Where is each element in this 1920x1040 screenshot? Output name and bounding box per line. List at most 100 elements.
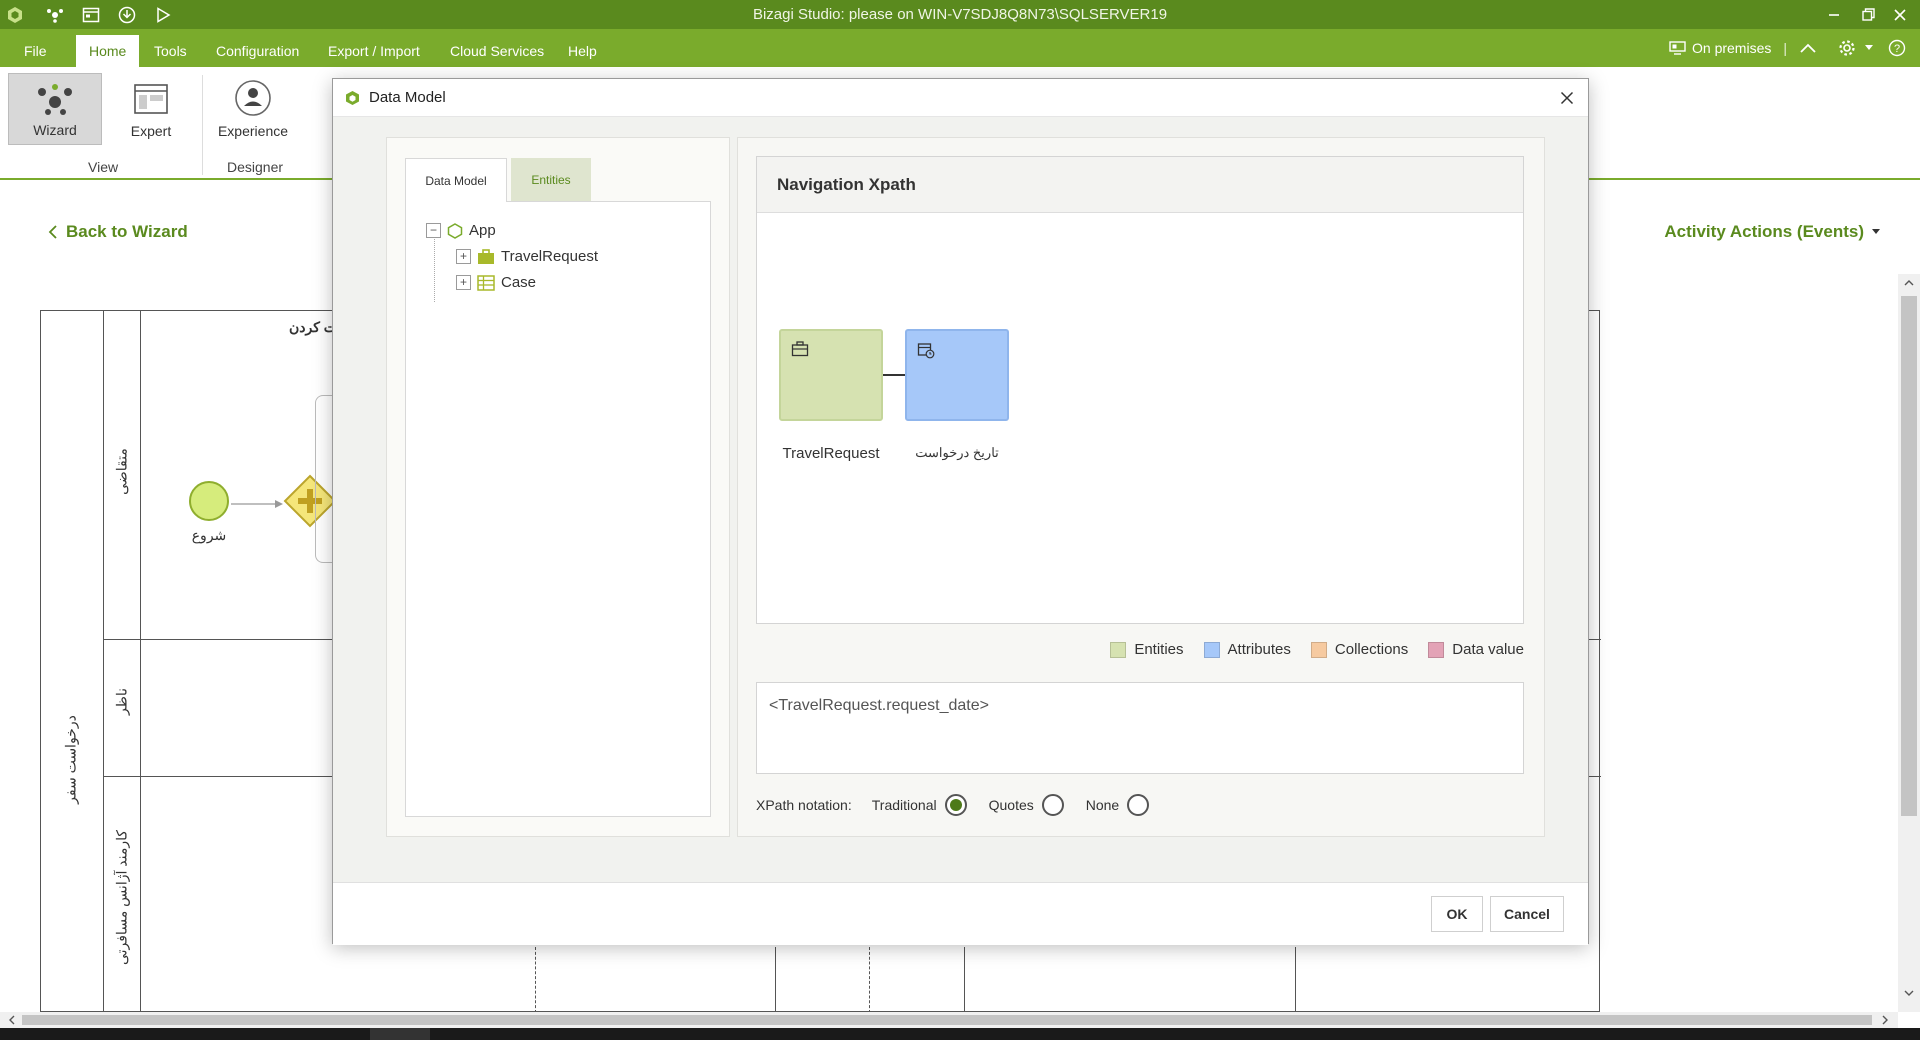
menu-tools[interactable]: Tools [154,29,187,67]
legend-label: Data value [1452,641,1524,658]
xpath-expression-box[interactable]: <TravelRequest.request_date> [756,682,1524,774]
restore-icon[interactable] [1852,0,1884,29]
pool-header: درخواست سفر [41,311,104,1011]
experience-icon [234,79,272,117]
date-attribute-icon [917,341,935,359]
close-icon[interactable] [1556,87,1578,109]
legend: Entities Attributes Collections Data val… [1110,641,1524,658]
experience-button[interactable]: Experience [206,73,300,145]
ribbon-group-view: View [88,159,119,175]
menu-export-import[interactable]: Export / Import [328,29,420,67]
app-icon [447,222,463,239]
flow-line [535,947,536,1013]
experience-label: Experience [217,123,289,139]
node-connector [883,374,907,376]
menu-configuration[interactable]: Configuration [216,29,299,67]
close-window-icon[interactable] [1884,0,1916,29]
settings-dropdown-icon[interactable] [1865,29,1873,67]
back-to-wizard-link[interactable]: Back to Wizard [48,222,188,242]
attribute-node-label: تاریخ درخواست [915,445,999,460]
expand-icon[interactable]: + [456,275,471,290]
expert-button[interactable]: Expert [104,73,198,145]
tab-data-model[interactable]: Data Model [405,158,507,202]
menu-cloud-services[interactable]: Cloud Services [450,29,544,67]
horizontal-scroll-thumb[interactable] [22,1015,1872,1025]
tree-node-travelrequest[interactable]: + TravelRequest [456,248,598,265]
vertical-scroll-thumb[interactable] [1901,296,1917,816]
monitor-icon [1669,41,1686,55]
settings-icon[interactable] [1838,29,1856,67]
data-model-tree: − App + TravelRequest + Case [405,201,711,817]
legend-item-data-value: Data value [1428,641,1524,658]
radio-quotes[interactable] [1041,794,1064,816]
table-icon [477,274,495,291]
tree-node-app[interactable]: − App [426,222,496,239]
navigation-heading: Navigation Xpath [757,157,1523,213]
radio-none[interactable] [1127,794,1150,816]
wizard-button[interactable]: Wizard [8,73,102,145]
window-title: Bizagi Studio: please on WIN-V7SDJ8Q8N73… [752,6,1168,23]
expand-icon[interactable]: + [456,249,471,264]
menu-bar: File Home Tools Configuration Export / I… [0,29,1920,67]
start-event-label: شروع [191,527,227,543]
legend-swatch [1310,641,1327,658]
task-shape[interactable] [315,395,333,563]
ribbon-separator [202,75,203,175]
menu-file[interactable]: File [24,29,47,67]
lane-headers: متقاضی ناظر کارمند آژانس مسافرتی [104,311,141,1011]
flow-line [869,947,870,1013]
data-model-panel: Data Model Entities − App + TravelReques… [386,137,730,837]
entity-node-travelrequest[interactable] [779,329,883,421]
tree-node-case[interactable]: + Case [456,274,536,291]
xpath-notation-options: XPath notation: Traditional Quotes None [756,794,1150,816]
title-bar: Bizagi Studio: please on WIN-V7SDJ8Q8N73… [0,0,1920,29]
collapse-icon[interactable]: − [426,223,441,238]
activity-actions-dropdown[interactable]: Activity Actions (Events) [1664,222,1880,242]
legend-swatch [1428,641,1445,658]
taskbar-active-app[interactable] [370,1028,430,1040]
help-icon[interactable]: ? [1888,29,1906,67]
vertical-scrollbar[interactable] [1898,274,1920,1012]
environment-indicator[interactable]: On premises | [1669,29,1799,67]
lane-name-travel-agency: کارمند آژانس مسافرتی [113,829,130,966]
notation-label: XPath notation: [756,797,852,813]
dialog-title-bar: Data Model [333,79,1588,117]
navigation-panel: Navigation Xpath TravelRequest تاریخ درخ… [737,137,1545,837]
legend-item-entities: Entities [1110,641,1184,658]
collapse-ribbon-icon[interactable] [1800,29,1816,67]
menu-help[interactable]: Help [568,29,597,67]
legend-swatch [1203,641,1220,658]
wizard-label: Wizard [33,122,77,138]
menu-home[interactable]: Home [76,35,140,67]
radio-traditional[interactable] [944,794,967,816]
tab-entities[interactable]: Entities [511,158,591,202]
option-label-none: None [1085,797,1120,813]
entity-icon [791,341,809,357]
separator: | [1783,40,1787,56]
minimize-icon[interactable] [1818,0,1850,29]
scroll-up-icon[interactable] [1904,279,1914,286]
scroll-down-icon[interactable] [1904,990,1914,997]
sequence-flow [231,500,283,508]
environment-label: On premises [1692,40,1772,56]
taskbar [0,1028,1920,1040]
scroll-left-icon[interactable] [8,1015,15,1025]
tree-node-label: TravelRequest [501,248,598,265]
cancel-button[interactable]: Cancel [1490,896,1564,932]
flow-line [1295,947,1296,1013]
activity-actions-label: Activity Actions (Events) [1664,222,1864,241]
expert-label: Expert [130,123,172,139]
caret-down-icon [1872,229,1880,235]
entity-icon [477,248,495,265]
lane-name-supervisor: ناظر [113,687,130,716]
ok-button[interactable]: OK [1431,896,1483,932]
start-event[interactable] [187,479,231,523]
lane-name-applicant: متقاضی [113,448,130,495]
attribute-node-request-date[interactable] [905,329,1009,421]
legend-label: Entities [1134,641,1184,658]
task-label: ت کردن [289,319,337,335]
legend-item-collections: Collections [1310,641,1408,658]
horizontal-scrollbar[interactable] [0,1012,1898,1028]
scroll-right-icon[interactable] [1882,1015,1889,1025]
legend-label: Attributes [1227,641,1291,658]
